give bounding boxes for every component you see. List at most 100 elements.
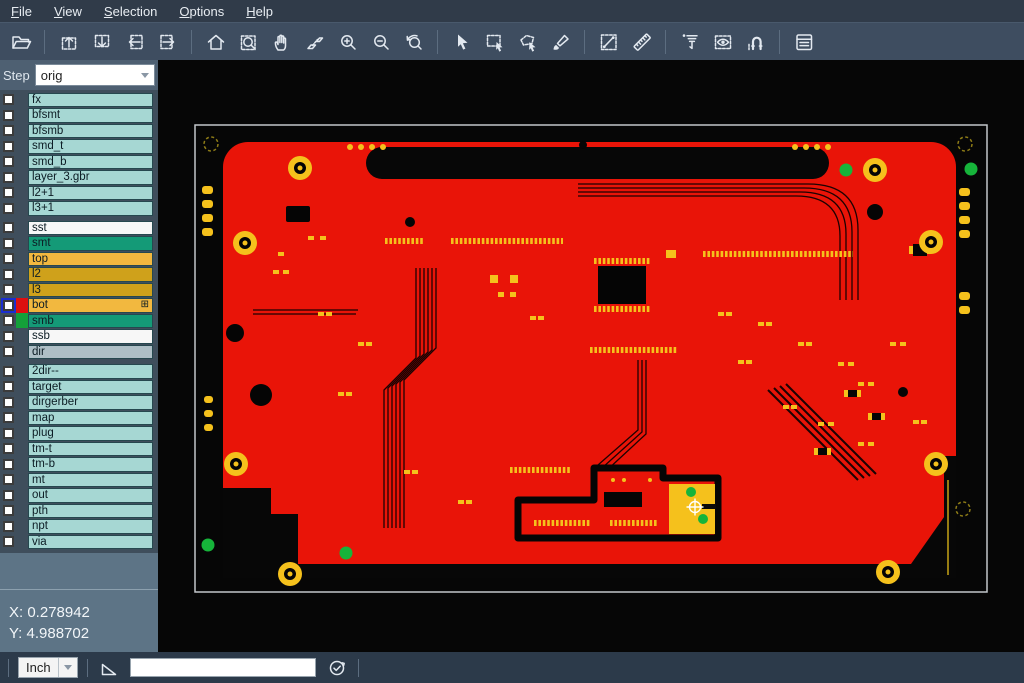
select-rect-button[interactable] (479, 27, 510, 57)
menu-selection[interactable]: Selection (93, 2, 168, 21)
layer-label[interactable]: l3 (28, 283, 153, 298)
layer-row-smt[interactable]: smt (0, 236, 158, 252)
layer-visibility-checkbox[interactable] (3, 125, 14, 136)
layer-row-dir[interactable]: dir (0, 344, 158, 360)
ruler-button[interactable] (626, 27, 657, 57)
layers-panel-button[interactable] (788, 27, 819, 57)
layer-row-2dir--[interactable]: 2dir-- (0, 364, 158, 380)
zoom-previous-button[interactable] (398, 27, 429, 57)
layer-label[interactable]: tm-t (28, 442, 153, 457)
layer-label[interactable]: bfsmb (28, 124, 153, 139)
layer-grid-badge[interactable]: ⊞ (141, 300, 149, 310)
layer-visibility-checkbox[interactable] (3, 474, 14, 485)
pan-hand-button[interactable] (266, 27, 297, 57)
layer-row-l3+1[interactable]: l3+1 (0, 201, 158, 217)
clean-brush-button[interactable] (545, 27, 576, 57)
step-select[interactable]: orig (35, 64, 155, 86)
layer-label[interactable]: pth (28, 504, 153, 519)
layer-row-bot[interactable]: bot⊞ (0, 298, 158, 314)
layer-visibility-checkbox[interactable] (3, 459, 14, 470)
layer-visibility-checkbox[interactable] (3, 443, 14, 454)
layer-row-out[interactable]: out (0, 488, 158, 504)
layer-visibility-checkbox[interactable] (3, 238, 14, 249)
layer-visibility-checkbox[interactable] (3, 331, 14, 342)
menu-help[interactable]: Help (235, 2, 284, 21)
import-down-button[interactable] (86, 27, 117, 57)
zoom-polygon-button[interactable] (299, 27, 330, 57)
layer-row-smd_b[interactable]: smd_b (0, 154, 158, 170)
layer-label[interactable]: sst (28, 221, 153, 236)
layer-label[interactable]: via (28, 535, 153, 550)
layer-row-ssb[interactable]: ssb (0, 329, 158, 345)
menu-view[interactable]: View (43, 2, 93, 21)
command-input[interactable] (130, 658, 316, 677)
zoom-window-button[interactable] (233, 27, 264, 57)
layer-label[interactable]: l2 (28, 267, 153, 282)
measure-distance-button[interactable] (593, 27, 624, 57)
layer-label[interactable]: dirgerber (28, 395, 153, 410)
import-left-button[interactable] (119, 27, 150, 57)
layer-label[interactable]: tm-b (28, 457, 153, 472)
layer-label[interactable]: out (28, 488, 153, 503)
layer-visibility-checkbox[interactable] (3, 94, 14, 105)
layer-visibility-checkbox[interactable] (3, 141, 14, 152)
layer-row-layer_3.gbr[interactable]: layer_3.gbr (0, 170, 158, 186)
layer-visibility-checkbox[interactable] (3, 203, 14, 214)
layer-label[interactable]: smt (28, 236, 153, 251)
layer-row-top[interactable]: top (0, 251, 158, 267)
layer-row-sst[interactable]: sst (0, 220, 158, 236)
layer-visibility-checkbox[interactable] (3, 536, 14, 547)
layer-label[interactable]: bot⊞ (28, 298, 153, 313)
layer-row-target[interactable]: target (0, 379, 158, 395)
menu-file[interactable]: File (0, 2, 43, 21)
layer-visibility-checkbox[interactable] (3, 428, 14, 439)
layer-row-bfsmb[interactable]: bfsmb (0, 123, 158, 139)
layer-visibility-checkbox[interactable] (3, 397, 14, 408)
layer-label[interactable]: mt (28, 473, 153, 488)
snap-magnet-button[interactable] (740, 27, 771, 57)
select-polygon-button[interactable] (512, 27, 543, 57)
apply-refresh-button[interactable] (325, 656, 349, 680)
open-folder-button[interactable] (5, 27, 36, 57)
layer-label[interactable]: l2+1 (28, 186, 153, 201)
layer-row-bfsmt[interactable]: bfsmt (0, 108, 158, 124)
layer-label[interactable]: l3+1 (28, 201, 153, 216)
layer-label[interactable]: smd_t (28, 139, 153, 154)
layer-label[interactable]: ssb (28, 329, 153, 344)
layer-row-pth[interactable]: pth (0, 503, 158, 519)
layer-visibility-checkbox[interactable] (3, 110, 14, 121)
layer-row-l3[interactable]: l3 (0, 282, 158, 298)
view-box-button[interactable] (707, 27, 738, 57)
layer-label[interactable]: bfsmt (28, 108, 153, 123)
layer-label[interactable]: smb (28, 314, 153, 329)
layer-row-smd_t[interactable]: smd_t (0, 139, 158, 155)
home-view-button[interactable] (200, 27, 231, 57)
layer-label[interactable]: layer_3.gbr (28, 170, 153, 185)
layer-visibility-checkbox[interactable] (3, 253, 14, 264)
zoom-out-button[interactable] (365, 27, 396, 57)
menu-options[interactable]: Options (168, 2, 235, 21)
select-arrow-button[interactable] (446, 27, 477, 57)
layer-visibility-checkbox[interactable] (3, 300, 14, 311)
layer-row-tm-t[interactable]: tm-t (0, 441, 158, 457)
layer-label[interactable]: dir (28, 345, 153, 360)
layer-visibility-checkbox[interactable] (3, 156, 14, 167)
layer-label[interactable]: 2dir-- (28, 364, 153, 379)
layer-row-dirgerber[interactable]: dirgerber (0, 395, 158, 411)
layer-visibility-checkbox[interactable] (3, 269, 14, 280)
pcb-canvas[interactable] (158, 60, 1024, 652)
layer-row-via[interactable]: via (0, 534, 158, 550)
layer-label[interactable]: smd_b (28, 155, 153, 170)
layer-visibility-checkbox[interactable] (3, 505, 14, 516)
layer-label[interactable]: npt (28, 519, 153, 534)
layer-visibility-checkbox[interactable] (3, 187, 14, 198)
layer-visibility-checkbox[interactable] (3, 346, 14, 357)
zoom-in-button[interactable] (332, 27, 363, 57)
layer-row-mt[interactable]: mt (0, 472, 158, 488)
layer-row-l2+1[interactable]: l2+1 (0, 185, 158, 201)
layer-row-smb[interactable]: smb (0, 313, 158, 329)
angle-measure-button[interactable] (97, 656, 121, 680)
layer-visibility-checkbox[interactable] (3, 521, 14, 532)
layer-label[interactable]: map (28, 411, 153, 426)
filter-button[interactable] (674, 27, 705, 57)
